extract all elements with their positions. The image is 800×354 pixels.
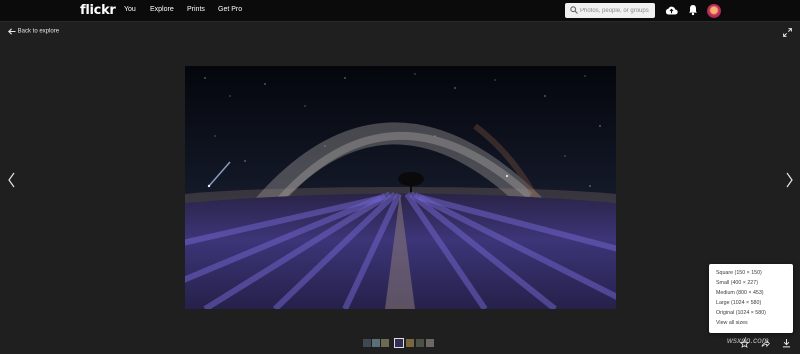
- arrow-left-icon: [8, 28, 16, 35]
- milky-way-lavender-image: [185, 66, 616, 309]
- thumbnail-current[interactable]: [394, 338, 404, 348]
- download-small[interactable]: Small (400 × 227): [716, 280, 758, 286]
- nav-explore[interactable]: Explore: [150, 6, 174, 13]
- nav-prints[interactable]: Prints: [187, 6, 205, 13]
- cloud-upload-icon[interactable]: [665, 4, 678, 16]
- thumbnail[interactable]: [426, 339, 434, 347]
- thumbnail[interactable]: [406, 339, 414, 347]
- bell-icon[interactable]: [688, 4, 698, 16]
- thumbnail[interactable]: [363, 339, 371, 347]
- nav-get-pro[interactable]: Get Pro: [218, 6, 242, 13]
- chevron-right-icon[interactable]: [786, 172, 793, 188]
- flickr-logo[interactable]: flickr: [80, 3, 116, 18]
- search-icon[interactable]: [570, 6, 578, 14]
- search-input[interactable]: [580, 3, 652, 18]
- download-large[interactable]: Large (1024 × 580): [716, 300, 761, 306]
- download-original[interactable]: Original (1024 × 580): [716, 310, 766, 316]
- expand-icon[interactable]: [783, 28, 792, 37]
- download-size-menu: Square (150 × 150) Small (400 × 227) Med…: [709, 264, 793, 333]
- view-all-sizes-link[interactable]: View all sizes: [716, 320, 748, 326]
- back-to-explore-link[interactable]: Back to explore: [8, 28, 59, 35]
- thumbnail[interactable]: [416, 339, 424, 347]
- chevron-left-icon[interactable]: [8, 172, 15, 188]
- avatar[interactable]: [707, 4, 721, 18]
- back-label: Back to explore: [17, 28, 60, 35]
- top-navigation-bar: flickr You Explore Prints Get Pro: [0, 0, 800, 22]
- search-box: [565, 3, 655, 18]
- nav-you[interactable]: You: [124, 6, 136, 13]
- site-watermark: wsxdn.com: [727, 336, 769, 345]
- download-square[interactable]: Square (150 × 150): [716, 270, 762, 276]
- download-icon[interactable]: [782, 338, 791, 348]
- thumbnail[interactable]: [381, 339, 389, 347]
- download-medium[interactable]: Medium (800 × 453): [716, 290, 764, 296]
- thumbnail[interactable]: [372, 339, 380, 347]
- main-photo[interactable]: [185, 66, 616, 309]
